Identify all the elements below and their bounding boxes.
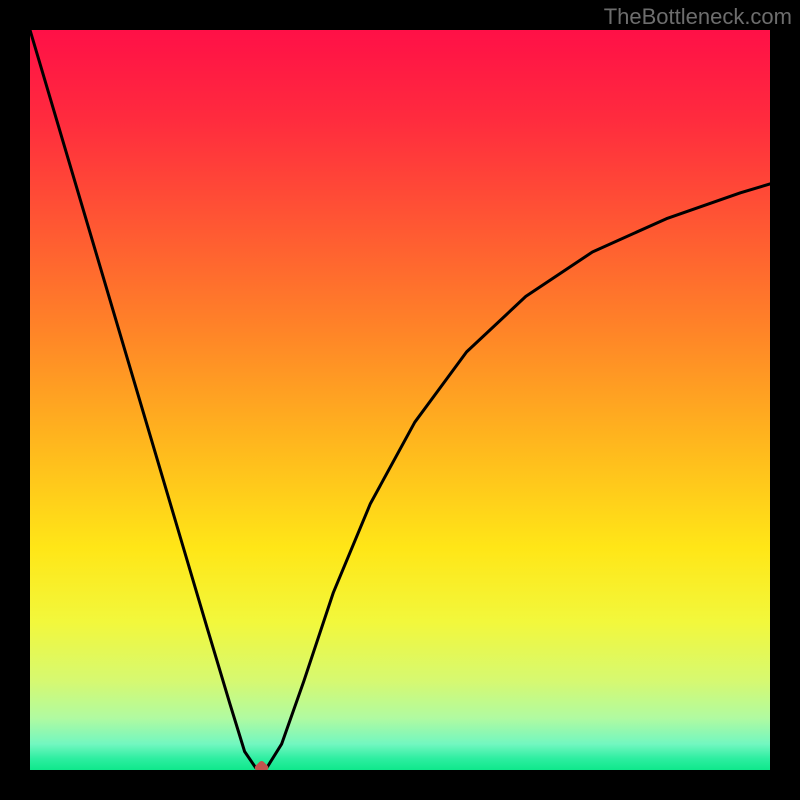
bottleneck-chart — [30, 30, 770, 770]
chart-frame: TheBottleneck.com — [0, 0, 800, 800]
watermark: TheBottleneck.com — [604, 4, 792, 30]
